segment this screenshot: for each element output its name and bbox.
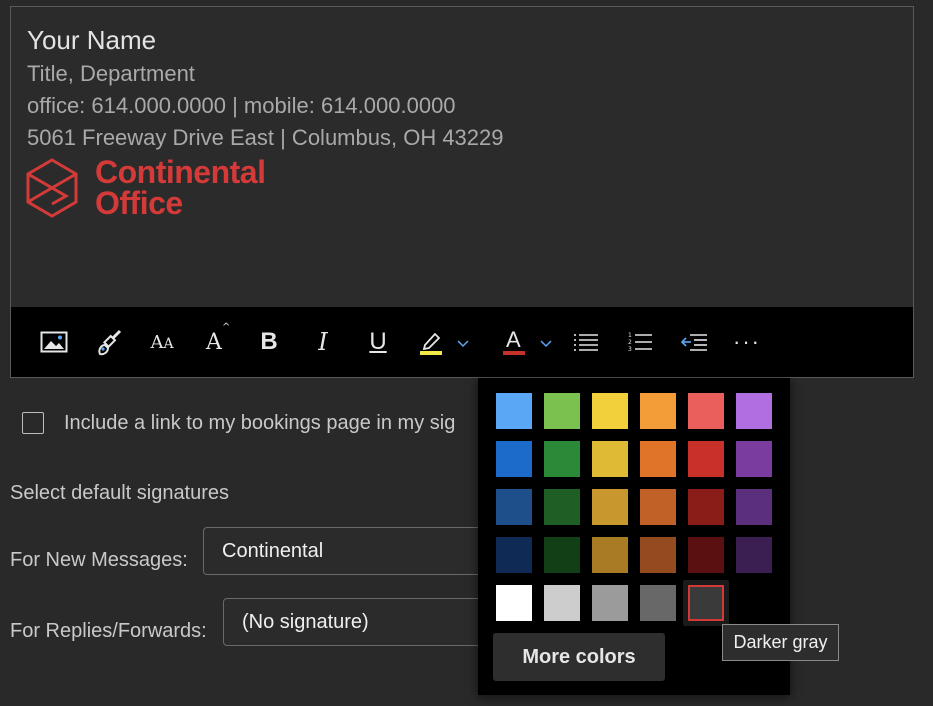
replies-forwards-select[interactable]: (No signature) (223, 598, 503, 646)
color-swatch[interactable] (544, 585, 580, 621)
signature-address: 5061 Freeway Drive East | Columbus, OH 4… (27, 125, 504, 150)
logo-line-1: Continental (95, 154, 266, 190)
more-colors-label: More colors (522, 645, 636, 668)
color-swatch[interactable] (736, 489, 772, 525)
font-color-button[interactable]: A (497, 325, 531, 359)
color-swatch[interactable] (640, 489, 676, 525)
highlighter-icon (420, 332, 442, 355)
color-swatch[interactable] (592, 393, 628, 429)
color-swatch[interactable] (640, 585, 676, 621)
continental-logo-icon (26, 158, 78, 218)
image-icon (40, 331, 68, 353)
numbered-list-icon: 123 (628, 332, 652, 353)
logo-text: Continental Office (95, 154, 266, 221)
bookings-link-label: Include a link to my bookings page in my… (64, 412, 456, 434)
insert-picture-button[interactable] (37, 325, 71, 359)
numbering-button[interactable]: 123 (623, 325, 657, 359)
italic-button[interactable]: I (306, 325, 340, 359)
more-options-button[interactable]: ··· (730, 325, 764, 359)
new-messages-value: Continental (222, 540, 324, 562)
color-swatch[interactable] (688, 441, 724, 477)
company-logo: Continental Office (25, 154, 266, 221)
color-swatch[interactable] (736, 441, 772, 477)
font-color-chevron-down-icon[interactable] (539, 337, 553, 349)
color-swatch[interactable] (544, 537, 580, 573)
color-swatch[interactable] (640, 441, 676, 477)
font-color-icon: A (503, 327, 525, 355)
svg-text:1: 1 (628, 332, 632, 339)
color-swatch[interactable] (544, 489, 580, 525)
svg-text:2: 2 (628, 339, 632, 346)
signature-name: Your Name (27, 25, 157, 55)
bold-button[interactable]: B (252, 325, 286, 359)
replies-forwards-label: For Replies/Forwards: (10, 620, 207, 642)
color-swatch[interactable] (496, 393, 532, 429)
highlight-button[interactable] (414, 325, 448, 359)
bold-icon: B (260, 328, 278, 355)
color-swatch[interactable] (496, 537, 532, 573)
highlight-chevron-down-icon[interactable] (456, 337, 470, 349)
color-swatch[interactable] (544, 393, 580, 429)
svg-text:3: 3 (628, 346, 632, 353)
replies-forwards-value: (No signature) (242, 611, 369, 633)
color-swatch[interactable] (496, 489, 532, 525)
change-case-icon: A ^ (206, 321, 231, 355)
format-painter-button[interactable] (92, 325, 126, 359)
color-swatch[interactable] (640, 537, 676, 573)
underline-icon: U (369, 328, 387, 355)
bullets-button[interactable] (569, 325, 603, 359)
bullet-list-icon (574, 334, 598, 351)
color-swatch[interactable] (592, 489, 628, 525)
formatting-toolbar: AA A ^ B I U A 1 2 3 ··· (11, 307, 913, 377)
change-case-button[interactable]: A ^ (197, 321, 231, 359)
color-swatch[interactable] (592, 537, 628, 573)
font-size-icon: AA (150, 331, 174, 353)
decrease-indent-button[interactable] (677, 325, 711, 359)
color-swatch[interactable] (688, 393, 724, 429)
logo-line-2: Office (95, 185, 183, 221)
color-swatch[interactable] (496, 441, 532, 477)
font-size-button[interactable]: AA (145, 325, 179, 359)
tooltip-text: Darker gray (733, 632, 828, 652)
color-swatch[interactable] (592, 585, 628, 621)
svg-text:A: A (506, 327, 521, 352)
default-signatures-heading: Select default signatures (10, 482, 230, 504)
new-messages-select[interactable]: Continental (203, 527, 503, 575)
signature-editor[interactable]: Your Name Title, Department office: 614.… (10, 6, 914, 378)
paintbrush-icon (98, 329, 122, 356)
more-icon: ··· (733, 329, 761, 354)
color-swatch[interactable] (688, 537, 724, 573)
color-swatch[interactable] (496, 585, 532, 621)
color-swatch-selected[interactable] (688, 585, 724, 621)
color-swatch[interactable] (544, 441, 580, 477)
bookings-link-checkbox[interactable] (22, 412, 44, 434)
color-swatch[interactable] (736, 393, 772, 429)
signature-phones: office: 614.000.0000 | mobile: 614.000.0… (27, 93, 456, 118)
more-colors-button[interactable]: More colors (493, 633, 665, 681)
color-swatch[interactable] (688, 489, 724, 525)
color-swatch[interactable] (736, 537, 772, 573)
underline-button[interactable]: U (361, 325, 395, 359)
decrease-indent-icon (680, 334, 707, 351)
color-tooltip: Darker gray (722, 624, 839, 661)
new-messages-label: For New Messages: (10, 549, 188, 571)
signature-title: Title, Department (27, 61, 195, 86)
italic-icon: I (318, 328, 328, 356)
color-swatch[interactable] (592, 441, 628, 477)
color-swatch[interactable] (640, 393, 676, 429)
